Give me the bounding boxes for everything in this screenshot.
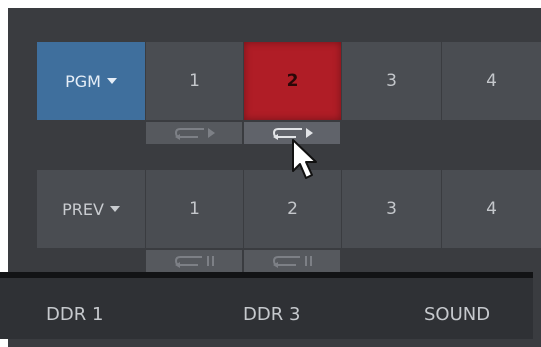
return-pause-icon xyxy=(174,256,214,268)
pgm-input-4-button[interactable]: 4 xyxy=(442,42,541,120)
prev-label: PREV xyxy=(62,199,104,219)
prev-input-2-label: 2 xyxy=(287,199,298,219)
chevron-down-icon xyxy=(109,206,120,212)
prev-input-1-autoplay-toggle[interactable] xyxy=(146,250,242,272)
prev-input-2-autoplay-toggle[interactable] xyxy=(244,250,340,272)
chevron-down-icon xyxy=(106,78,117,84)
tab-ddr-1[interactable]: DDR 1 xyxy=(46,304,103,325)
pgm-input-1-autoplay-toggle[interactable] xyxy=(146,122,242,144)
return-pause-icon xyxy=(272,256,312,268)
prev-input-1-button[interactable]: 1 xyxy=(146,170,243,248)
pgm-input-1-button[interactable]: 1 xyxy=(146,42,243,120)
pgm-input-2-button[interactable]: 2 xyxy=(244,42,341,120)
pgm-selector-button[interactable]: PGM xyxy=(37,42,145,120)
mouse-pointer-icon xyxy=(292,139,317,179)
pgm-input-1-label: 1 xyxy=(189,71,200,91)
prev-selector-button[interactable]: PREV xyxy=(37,170,145,248)
tab-sound[interactable]: SOUND xyxy=(424,304,490,325)
prev-input-3-label: 3 xyxy=(386,199,397,219)
pgm-input-2-label: 2 xyxy=(286,71,299,91)
tab-ddr-3[interactable]: DDR 3 xyxy=(243,304,300,325)
pgm-input-4-label: 4 xyxy=(486,71,497,91)
pgm-label: PGM xyxy=(65,71,101,91)
prev-input-4-button[interactable]: 4 xyxy=(442,170,541,248)
prev-input-3-button[interactable]: 3 xyxy=(342,170,441,248)
prev-input-4-label: 4 xyxy=(486,199,497,219)
pgm-input-3-button[interactable]: 3 xyxy=(342,42,441,120)
return-play-icon xyxy=(174,128,215,140)
pgm-input-3-label: 3 xyxy=(386,71,397,91)
prev-input-1-label: 1 xyxy=(189,199,200,219)
window-edge-top xyxy=(0,0,541,8)
